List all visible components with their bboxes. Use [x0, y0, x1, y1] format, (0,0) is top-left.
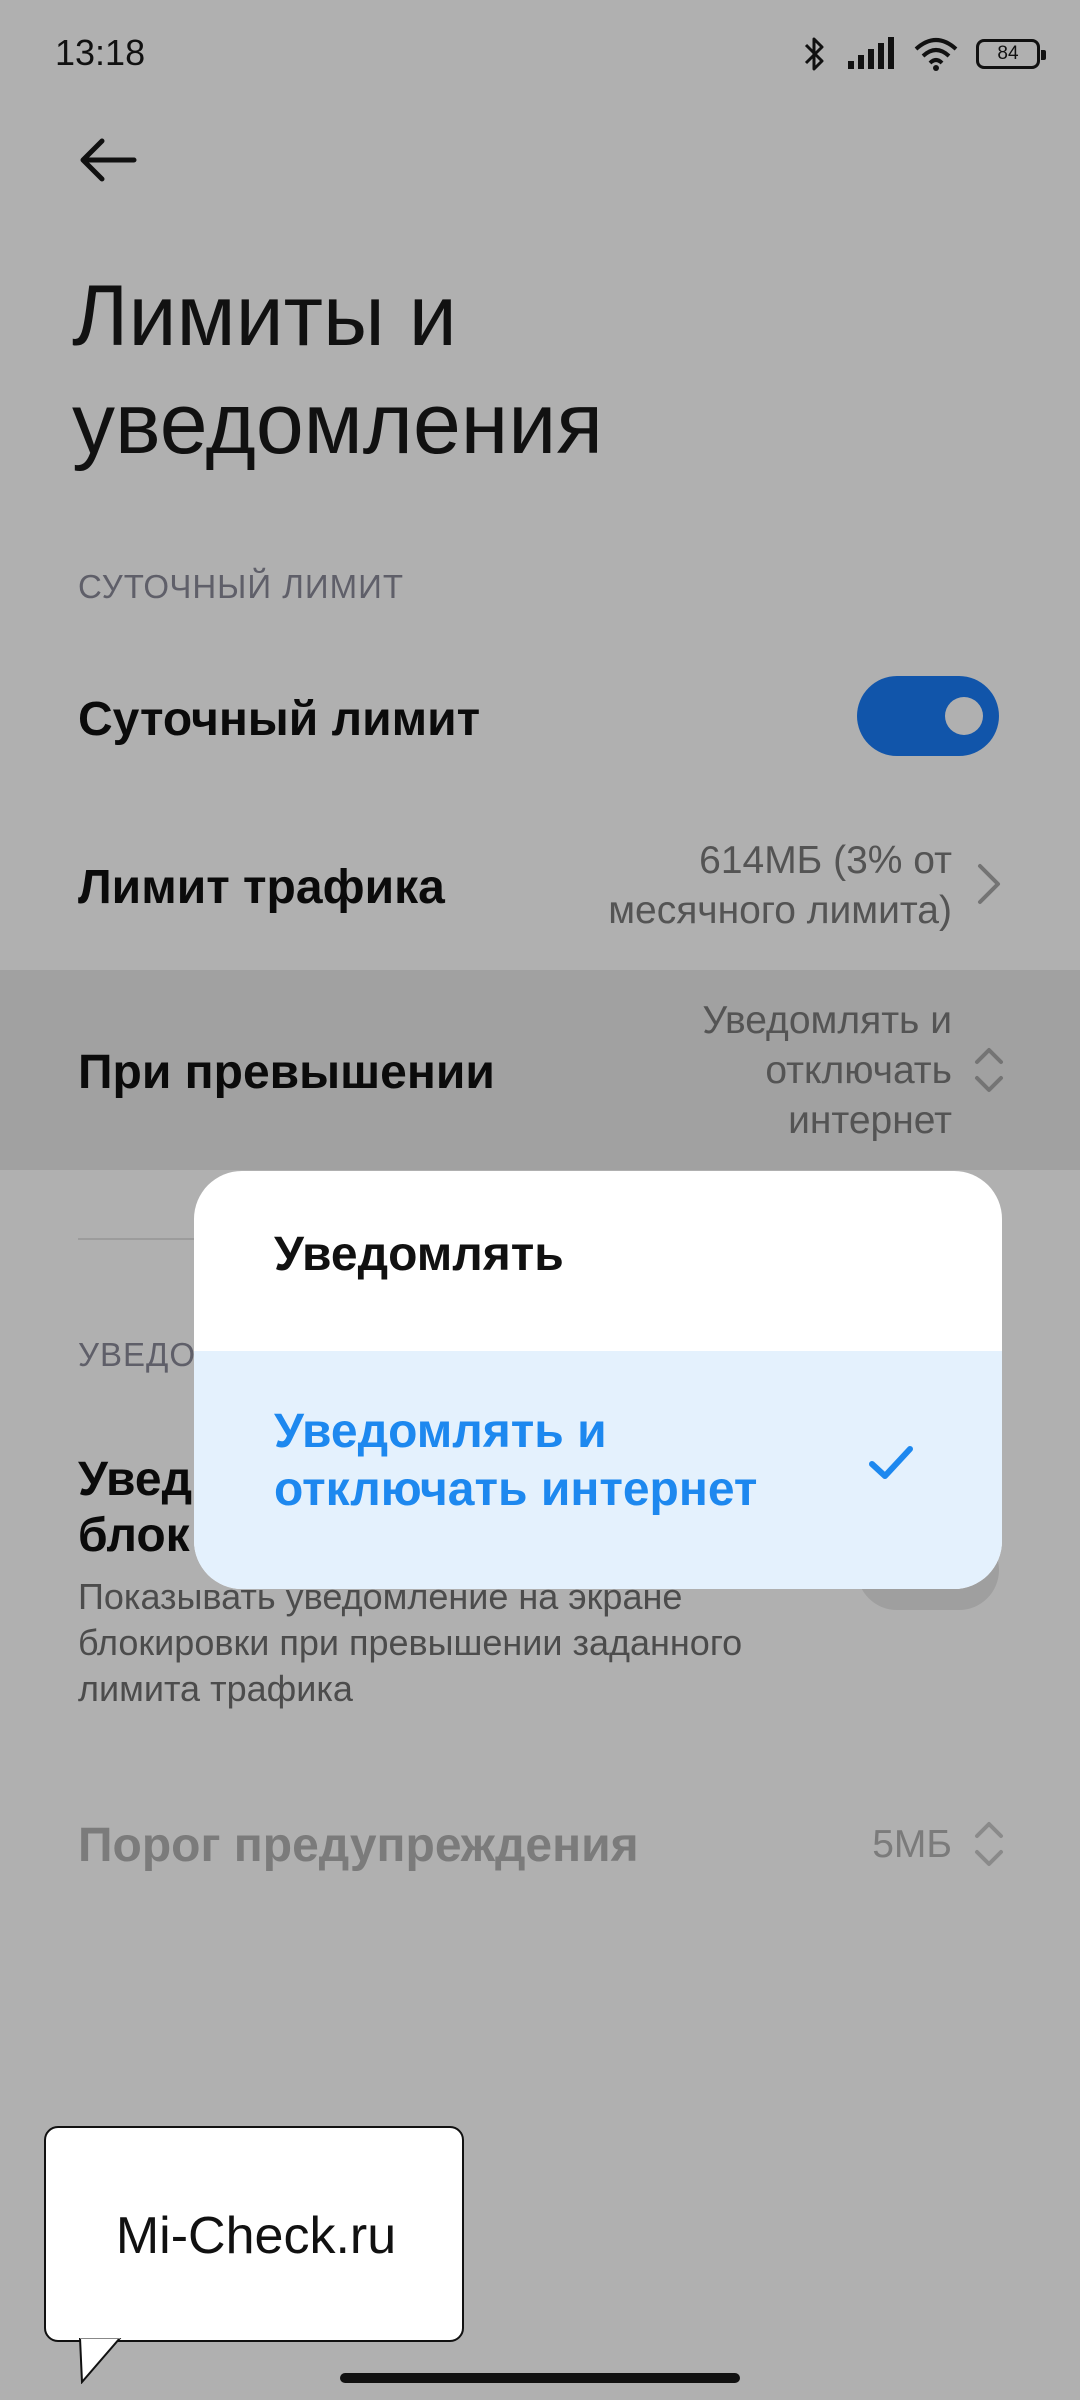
popup-option-label: Уведомлять [274, 1228, 564, 1281]
exceed-action-popup: Уведомлять Уведомлять и отключать интерн… [194, 1171, 1002, 1589]
watermark-text: Mi-Check.ru [115, 2207, 397, 2265]
watermark-bubble: Mi-Check.ru [44, 2126, 464, 2342]
speech-bubble-tail [78, 2338, 122, 2384]
home-indicator[interactable] [340, 2373, 740, 2383]
popup-option-label: Уведомлять и отключать интернет [274, 1405, 758, 1516]
popup-option-notify[interactable]: Уведомлять [194, 1171, 1002, 1351]
checkmark-icon [869, 1446, 913, 1479]
popup-option-notify-and-disable[interactable]: Уведомлять и отключать интернет [194, 1351, 1002, 1589]
